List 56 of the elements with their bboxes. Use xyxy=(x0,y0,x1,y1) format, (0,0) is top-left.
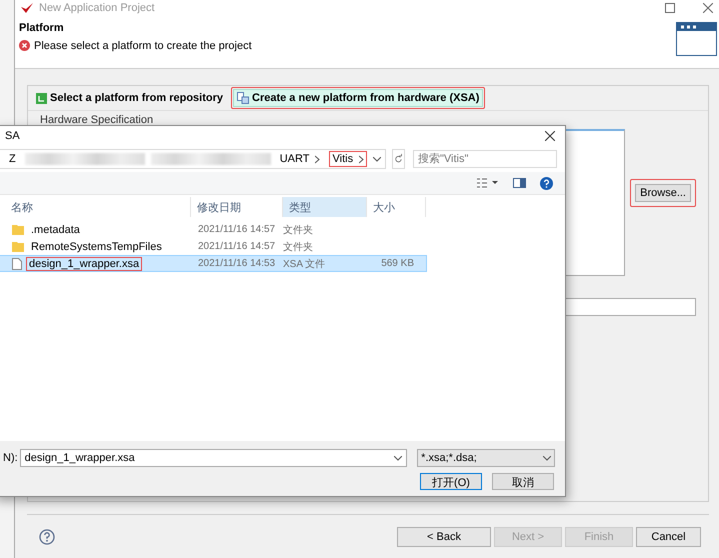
filename-field[interactable]: design_1_wrapper.xsa xyxy=(20,449,408,467)
date-cell-text: 2021/11/16 14:57 xyxy=(197,224,276,235)
file-name: RemoteSystemsTempFiles xyxy=(30,240,163,254)
chevron-icon xyxy=(315,154,320,164)
error-icon xyxy=(19,40,30,51)
page-title: Platform xyxy=(19,22,65,34)
file-row[interactable]: design_1_wrapper.xsa 2021/11/16 14:53 XSA 文件 569 KB xyxy=(0,255,427,272)
file-row[interactable]: RemoteSystemsTempFiles 2021/11/16 14:57 文件夹 xyxy=(0,238,427,255)
dropdown-caret-icon[interactable] xyxy=(394,456,402,460)
platform-tab[interactable]: Select a platform from repository xyxy=(32,89,227,107)
type-cell-text: 文件夹 xyxy=(282,224,314,236)
search-field[interactable]: 搜索"Vitis" xyxy=(413,150,557,168)
app-logo-icon xyxy=(21,2,33,13)
type-cell-text: 文件夹 xyxy=(282,240,314,254)
column-header[interactable]: 名称 xyxy=(0,197,191,217)
view-options-icon[interactable] xyxy=(477,178,499,188)
file-name: .metadata xyxy=(30,222,81,236)
column-header[interactable]: 类型 xyxy=(283,197,367,217)
maximize-icon[interactable] xyxy=(665,2,675,13)
help-icon[interactable] xyxy=(540,176,553,190)
dialog-button[interactable]: 取消 xyxy=(492,473,554,490)
file-icon xyxy=(12,258,22,270)
browse-button[interactable]: Browse... xyxy=(635,184,691,202)
file-type-dropdown[interactable]: *.xsa;*.dsa; xyxy=(417,449,555,467)
path-crumb[interactable]: UART xyxy=(276,151,324,167)
path-crumb[interactable]: Z xyxy=(6,151,19,167)
filename-label: N): xyxy=(3,452,18,464)
dropdown-caret-icon[interactable] xyxy=(373,157,382,162)
date-cell-text: 2021/11/16 14:57 xyxy=(197,241,276,252)
dialog-title: SA xyxy=(5,130,21,142)
folder-icon xyxy=(12,241,24,252)
refresh-icon[interactable] xyxy=(392,149,405,169)
close-icon[interactable] xyxy=(703,2,713,13)
dialog-button[interactable]: 打开(O) xyxy=(420,473,482,490)
date-cell-text: 2021/11/16 14:53 xyxy=(197,258,276,269)
hardware-icon xyxy=(237,92,249,104)
address-bar[interactable]: Z UART Vitis xyxy=(0,149,386,169)
window-title: New Application Project xyxy=(39,2,156,14)
preview-pane-icon[interactable] xyxy=(513,178,526,188)
file-row[interactable]: .metadata 2021/11/16 14:57 文件夹 xyxy=(0,221,427,238)
dropdown-caret-icon[interactable] xyxy=(543,456,551,460)
chevron-icon xyxy=(359,154,364,164)
help-icon[interactable] xyxy=(39,528,55,544)
close-icon[interactable] xyxy=(545,131,555,141)
wizard-button[interactable]: Cancel xyxy=(636,526,701,546)
file-name: design_1_wrapper.xsa xyxy=(26,256,142,270)
path-crumb[interactable]: Vitis xyxy=(329,151,368,167)
section-label: Hardware Specification xyxy=(40,114,154,126)
platform-tab[interactable]: Create a new platform from hardware (XSA) xyxy=(233,89,484,107)
folder-icon xyxy=(12,224,24,235)
size-cell-text: 569 KB xyxy=(380,258,415,269)
column-header[interactable]: 大小 xyxy=(367,197,426,217)
type-cell-text: XSA 文件 xyxy=(282,258,326,270)
wizard-button[interactable]: < Back xyxy=(397,526,491,546)
error-message: Please select a platform to create the project xyxy=(34,40,252,52)
repository-icon xyxy=(36,92,47,104)
